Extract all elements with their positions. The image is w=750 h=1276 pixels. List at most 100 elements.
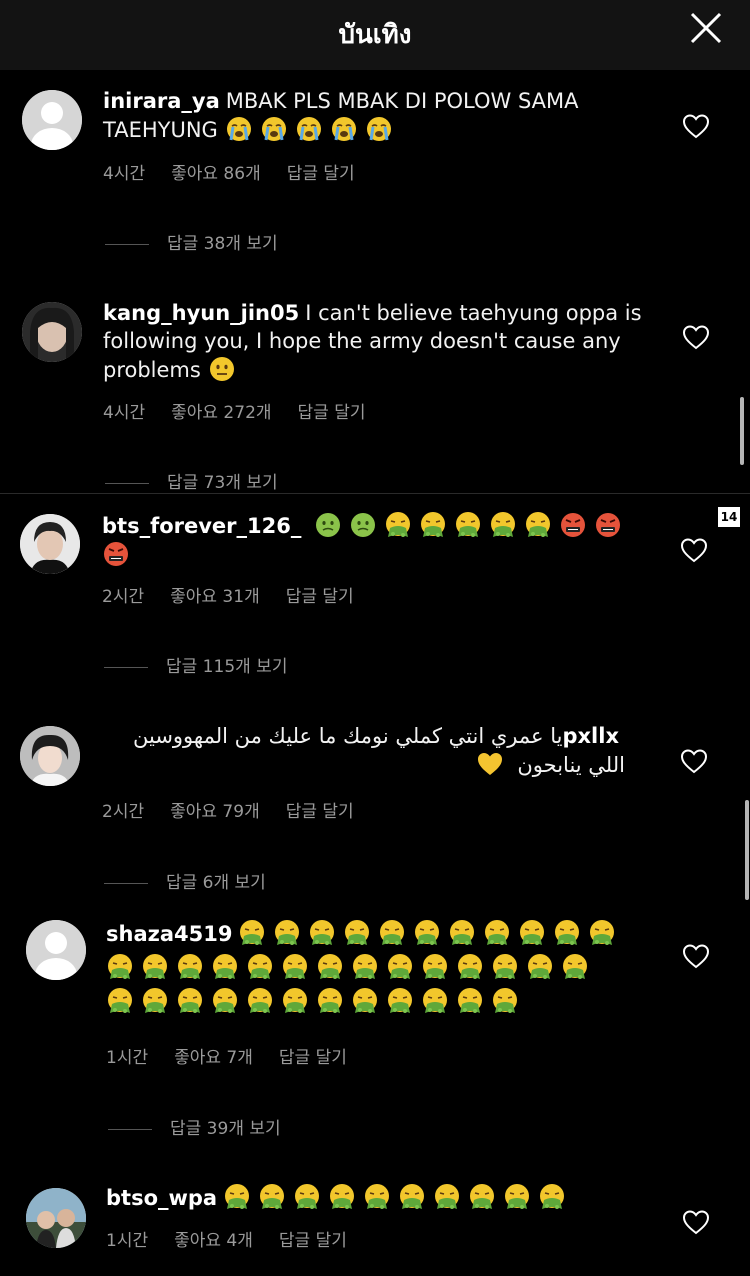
view-replies-button[interactable]: 답글 73개 보기 [105, 468, 278, 493]
view-replies-button[interactable]: 답글 6개 보기 [104, 868, 266, 893]
vomiting-emoji-icon [398, 1183, 426, 1211]
comment-likes[interactable]: 좋아요 4개 [174, 1231, 253, 1251]
vomiting-emoji-icon [518, 919, 546, 947]
vomiting-emoji-icon [421, 953, 449, 981]
emoji-row [208, 357, 243, 382]
comment-likes[interactable]: 좋아요 86개 [171, 164, 261, 184]
vomiting-emoji-icon [491, 987, 519, 1015]
vomiting-emoji-icon [141, 987, 169, 1015]
avatar[interactable] [26, 1188, 86, 1248]
vomiting-emoji-icon [553, 919, 581, 947]
vomiting-emoji-icon [454, 511, 482, 539]
comment-meta: 1시간 좋아요 7개 답글 달기 [106, 1043, 373, 1068]
comment-time: 1시간 [106, 1231, 149, 1251]
comment-meta: 2시간 좋아요 79개 답글 달기 [102, 797, 380, 822]
comment-meta: 4시간 좋아요 272개 답글 달기 [103, 398, 392, 423]
loudly-crying-emoji-icon [365, 115, 393, 143]
scrollbar[interactable] [740, 397, 744, 465]
comment-likes[interactable]: 좋아요 7개 [174, 1048, 253, 1068]
divider-line [104, 882, 148, 884]
vomiting-emoji-icon [386, 953, 414, 981]
view-replies-button[interactable]: 답글 38개 보기 [105, 229, 278, 254]
vomiting-emoji-icon [489, 511, 517, 539]
vomiting-emoji-icon [351, 987, 379, 1015]
view-replies-label: 답글 38개 보기 [167, 234, 278, 254]
loudly-crying-emoji-icon [295, 115, 323, 143]
vomiting-emoji-icon [561, 953, 589, 981]
view-replies-button[interactable]: 답글 115개 보기 [104, 652, 287, 677]
comment-likes[interactable]: 좋아요 272개 [171, 403, 271, 423]
vomiting-emoji-icon [258, 1183, 286, 1211]
vomiting-emoji-icon [448, 919, 476, 947]
section-divider [0, 493, 750, 494]
avatar[interactable] [26, 920, 86, 980]
reply-button[interactable]: 답글 달기 [279, 1231, 347, 1251]
vomiting-emoji-icon [316, 953, 344, 981]
comment-username[interactable]: btso_wpa [106, 1186, 217, 1210]
view-replies-label: 답글 73개 보기 [167, 473, 278, 493]
comment-username[interactable]: shaza4519 [106, 922, 232, 946]
vomiting-emoji-icon [524, 511, 552, 539]
comment-username[interactable]: inirara_ya [103, 89, 220, 113]
comment-username[interactable]: bts_forever_126_ [102, 514, 301, 538]
comment-username[interactable]: kang_hyun_jin05 [103, 301, 299, 325]
comment-username[interactable]: pxllx [562, 724, 619, 748]
vomiting-emoji-icon [176, 953, 204, 981]
vomiting-emoji-icon [246, 953, 274, 981]
divider-line [105, 482, 149, 484]
vomiting-emoji-icon [419, 511, 447, 539]
vomiting-emoji-icon [378, 919, 406, 947]
scrollbar[interactable] [745, 800, 749, 900]
divider-line [108, 1128, 152, 1130]
avatar[interactable] [22, 302, 82, 362]
vomiting-emoji-icon [421, 987, 449, 1015]
avatar[interactable] [20, 514, 80, 574]
comment-time: 2시간 [102, 802, 145, 822]
view-replies-label: 답글 39개 보기 [170, 1119, 281, 1139]
view-replies-button[interactable]: 답글 39개 보기 [108, 1114, 281, 1139]
like-heart-icon[interactable] [682, 113, 710, 139]
like-heart-icon[interactable] [682, 324, 710, 350]
comment-time: 2시간 [102, 587, 145, 607]
comment-likes[interactable]: 좋아요 31개 [170, 587, 260, 607]
vomiting-emoji-icon [384, 511, 412, 539]
view-replies-label: 답글 6개 보기 [166, 873, 266, 893]
loudly-crying-emoji-icon [260, 115, 288, 143]
reply-button[interactable]: 답글 달기 [279, 1048, 347, 1068]
emoji-row [225, 115, 400, 143]
comment-meta: 1시간 좋아요 4개 답글 달기 [106, 1226, 373, 1251]
avatar[interactable] [22, 90, 82, 150]
page-title: บันเทิง [338, 20, 412, 50]
like-heart-icon[interactable] [680, 537, 708, 563]
vomiting-emoji-icon [238, 919, 266, 947]
swearing-emoji-icon [594, 511, 622, 539]
comment-feed: inirara_ya MBAK PLS MBAK DI POLOW SAMA TA… [0, 70, 750, 1276]
close-icon[interactable] [688, 10, 724, 46]
vomiting-emoji-icon [293, 1183, 321, 1211]
loudly-crying-emoji-icon [225, 115, 253, 143]
comment-text: kang_hyun_jin05 I can't believe taehyung … [103, 299, 663, 384]
comment-text: shaza4519 [106, 917, 626, 1019]
vomiting-emoji-icon [456, 953, 484, 981]
like-heart-icon[interactable] [682, 1209, 710, 1235]
vomiting-emoji-icon [246, 987, 274, 1015]
avatar[interactable] [20, 726, 80, 786]
vomiting-emoji-icon [386, 987, 414, 1015]
reply-button[interactable]: 답글 달기 [286, 802, 354, 822]
comment-likes[interactable]: 좋아요 79개 [170, 802, 260, 822]
like-heart-icon[interactable] [680, 748, 708, 774]
divider-line [104, 666, 148, 668]
vomiting-emoji-icon [316, 987, 344, 1015]
vomiting-emoji-icon [106, 987, 134, 1015]
divider-line [105, 243, 149, 245]
reply-button[interactable]: 답글 달기 [286, 587, 354, 607]
reply-button[interactable]: 답글 달기 [287, 164, 355, 184]
vomiting-emoji-icon [526, 953, 554, 981]
like-heart-icon[interactable] [682, 943, 710, 969]
vomiting-emoji-icon [491, 953, 519, 981]
reply-button[interactable]: 답글 달기 [298, 403, 366, 423]
vomiting-emoji-icon [503, 1183, 531, 1211]
page-number-badge: 14 [718, 507, 740, 527]
nauseated-emoji-icon [349, 511, 377, 539]
vomiting-emoji-icon [281, 953, 309, 981]
